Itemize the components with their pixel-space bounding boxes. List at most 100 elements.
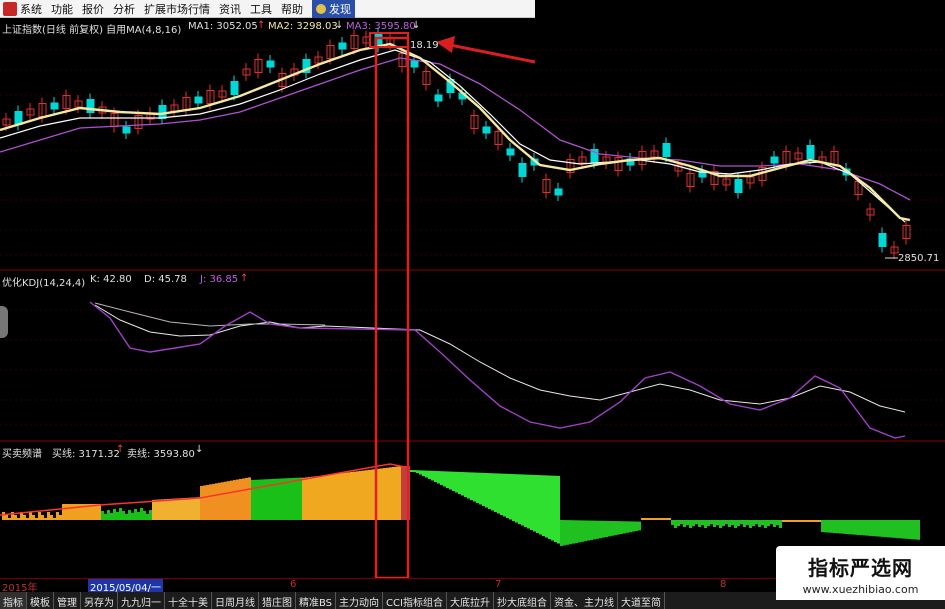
panel-toggle-handle[interactable] bbox=[0, 306, 8, 338]
spectrum-bar bbox=[608, 520, 611, 537]
spectrum-bar bbox=[632, 521, 635, 532]
candle-body bbox=[806, 145, 815, 159]
spectrum-bar bbox=[713, 520, 716, 527]
tab-bottom-combo[interactable]: 抄大底组合 bbox=[494, 592, 551, 609]
spectrum-bar bbox=[467, 472, 470, 499]
spectrum-bar bbox=[95, 504, 98, 520]
spectrum-bar bbox=[245, 477, 248, 520]
spectrum-bar bbox=[287, 478, 290, 520]
kdj-d-value: D: 45.78 bbox=[144, 274, 187, 285]
spectrum-bar bbox=[23, 515, 26, 520]
spectrum-bar bbox=[815, 520, 818, 522]
spectrum-bar bbox=[434, 470, 437, 482]
ma1-up-icon: ↑ bbox=[257, 20, 266, 31]
spectrum-bar bbox=[146, 514, 149, 520]
spectrum-bar bbox=[677, 520, 680, 526]
spectrum-bar bbox=[443, 471, 446, 487]
candle-body bbox=[554, 188, 563, 196]
spectrum-bar bbox=[350, 472, 353, 520]
spectrum-bar bbox=[260, 479, 263, 520]
spectrum-bar bbox=[35, 518, 38, 520]
spectrum-bar bbox=[557, 475, 560, 544]
spectrum-bar bbox=[515, 474, 518, 523]
spectrum-bar bbox=[440, 471, 443, 485]
spectrum-bar bbox=[761, 520, 764, 525]
spectrum-bars bbox=[0, 463, 920, 546]
spectrum-bar bbox=[293, 477, 296, 520]
spectrum-sell-value: 卖线: 3593.80 bbox=[127, 449, 195, 460]
spectrum-bar bbox=[542, 475, 545, 536]
spectrum-bar bbox=[899, 520, 902, 539]
annotation-arrowhead bbox=[436, 36, 455, 53]
spectrum-bar bbox=[779, 520, 782, 528]
spectrum-bar bbox=[893, 520, 896, 538]
tab-precise-bs[interactable]: 精准BS bbox=[296, 592, 337, 609]
tab-jiujiu[interactable]: 九九归一 bbox=[118, 592, 165, 609]
spectrum-bar bbox=[143, 511, 146, 520]
spectrum-bar bbox=[206, 484, 209, 520]
spectrum-bar bbox=[161, 499, 164, 520]
tab-simple-way[interactable]: 大道至简 bbox=[618, 592, 665, 609]
spectrum-bar bbox=[905, 520, 908, 539]
spectrum-bar bbox=[611, 521, 614, 536]
chart-canvas[interactable] bbox=[0, 0, 945, 578]
spectrum-bar bbox=[911, 520, 914, 540]
spectrum-bar bbox=[596, 520, 599, 539]
tab-manage[interactable]: 管理 bbox=[54, 592, 81, 609]
tab-liezhuang[interactable]: 猎庄图 bbox=[259, 592, 296, 609]
ma1-value: MA1: 3052.05 bbox=[188, 21, 258, 32]
spectrum-bar bbox=[695, 520, 698, 524]
spectrum-bar bbox=[848, 520, 851, 535]
spectrum-bar bbox=[842, 520, 845, 534]
tab-day-week-month[interactable]: 日周月线 bbox=[212, 592, 259, 609]
tab-shiquan[interactable]: 十全十美 bbox=[165, 592, 212, 609]
spectrum-bar bbox=[572, 520, 575, 544]
spectrum-bar bbox=[53, 518, 56, 520]
tab-cci-combo[interactable]: CCI指标组合 bbox=[383, 592, 447, 609]
spectrum-bar bbox=[575, 520, 578, 543]
spectrum-bar bbox=[383, 468, 386, 520]
spectrum-bar bbox=[770, 520, 773, 524]
candle-body bbox=[158, 105, 167, 119]
spectrum-bar bbox=[359, 470, 362, 520]
spectrum-bar bbox=[740, 520, 743, 524]
spectrum-bar bbox=[416, 470, 419, 473]
spectrum-bar bbox=[782, 520, 785, 522]
tab-indicator[interactable]: 指标 bbox=[0, 592, 27, 609]
tab-capital-line[interactable]: 资金、主力线 bbox=[551, 592, 618, 609]
spectrum-bar bbox=[14, 515, 17, 520]
spectrum-bar bbox=[836, 520, 839, 534]
spectrum-bar bbox=[494, 473, 497, 512]
tab-save-as[interactable]: 另存为 bbox=[81, 592, 118, 609]
low-price-label: 2850.71 bbox=[898, 253, 940, 264]
tab-template[interactable]: 模板 bbox=[27, 592, 54, 609]
spectrum-bar bbox=[665, 518, 668, 520]
spectrum-bar bbox=[734, 520, 737, 528]
spectrum-bar bbox=[290, 478, 293, 520]
spectrum-bar bbox=[791, 520, 794, 522]
spectrum-bar bbox=[755, 520, 758, 524]
tab-bottom-rally[interactable]: 大底拉升 bbox=[447, 592, 494, 609]
spectrum-bar bbox=[887, 520, 890, 538]
spectrum-bar bbox=[131, 513, 134, 520]
spectrum-bar bbox=[833, 520, 836, 534]
spectrum-bar bbox=[650, 518, 653, 520]
spectrum-bar bbox=[38, 512, 41, 520]
spectrum-bar bbox=[278, 478, 281, 520]
spectrum-bar bbox=[311, 476, 314, 520]
spectrum-bar bbox=[428, 470, 431, 479]
spectrum-bar bbox=[401, 466, 404, 520]
spectrum-bar bbox=[248, 477, 251, 520]
spectrum-bar bbox=[59, 515, 62, 520]
kdj-title: 优化KDJ(14,24,4) bbox=[2, 278, 86, 289]
spectrum-bar bbox=[704, 520, 707, 528]
tab-main-force[interactable]: 主力动向 bbox=[336, 592, 384, 609]
spectrum-bar bbox=[725, 520, 728, 524]
spectrum-bar bbox=[323, 475, 326, 520]
spectrum-bar bbox=[218, 482, 221, 520]
spectrum-bar bbox=[824, 520, 827, 533]
kdj-j-line bbox=[89, 301, 906, 439]
spectrum-bar bbox=[110, 513, 113, 520]
spectrum-bar bbox=[251, 479, 254, 520]
spectrum-bar bbox=[437, 471, 440, 484]
